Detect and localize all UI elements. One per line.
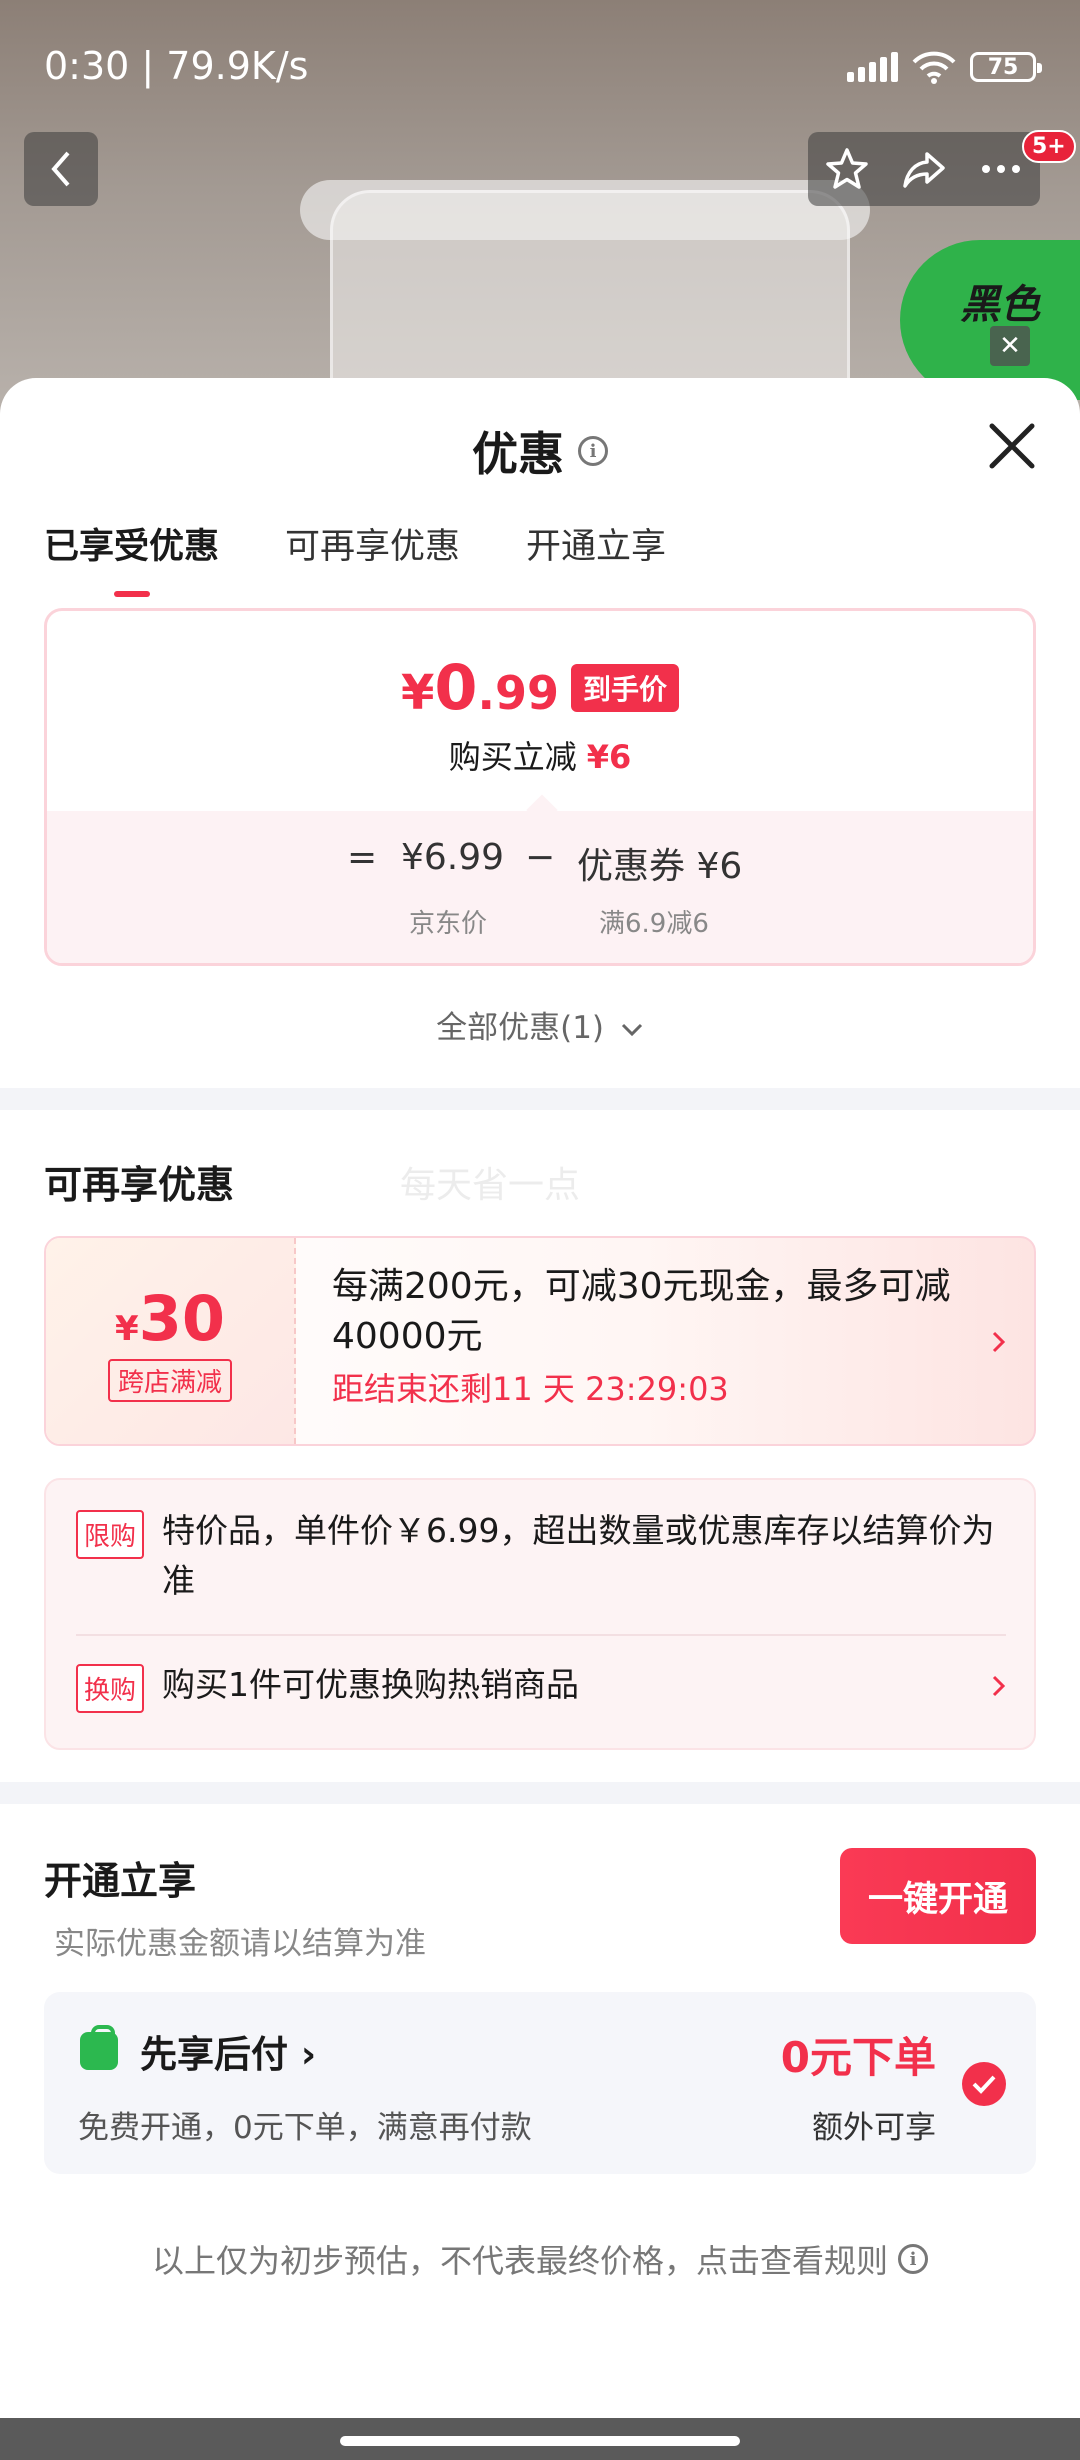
pay-later-extra: 额外可享 [812,2110,936,2146]
rule-tag: 换购 [76,1664,145,1713]
floating-ad-close-icon[interactable]: ✕ [990,326,1030,366]
pay-later-description: 免费开通，0元下单，满意再付款 [78,2110,532,2146]
base-price: ¥6.99 [401,837,505,878]
price-breakdown: = ¥6.99 − 优惠券 ¥6 京东价 满6.9减6 [47,811,1033,963]
all-discounts-toggle[interactable]: 全部优惠(1) [0,1002,1080,1047]
price-card: ¥0.99 到手价 购买立减 ¥6 = ¥6.99 − 优惠券 ¥6 京东价 满6… [44,608,1036,966]
shopping-bag-icon [80,2025,118,2070]
rule-tag: 限购 [76,1510,145,1559]
tab-more-available[interactable]: 可再享优惠 [285,518,460,569]
chevron-left-icon [51,151,70,187]
section-title-open: 开通立享 [44,1859,197,1903]
divider [76,1634,1006,1636]
section-divider [0,1088,1080,1110]
promo-banner-text: 黑色 [960,282,1040,328]
status-icons: 75 [847,50,1042,84]
tab-enjoyed[interactable]: 已享受优惠 [44,518,219,597]
chevron-right-icon [992,1675,1006,1697]
checkmark-icon[interactable] [962,2062,1006,2106]
one-click-open-button[interactable]: 一键开通 [840,1848,1036,1944]
wifi-icon [912,51,956,84]
coupon-value: ¥30 [115,1282,225,1355]
sheet-header: 优惠 i [0,418,1080,484]
equals-sign: = [347,837,378,878]
battery-icon: 75 [970,52,1042,82]
rule-text: 购买1件可优惠换购热销商品 [162,1665,580,1704]
close-icon[interactable] [984,418,1040,474]
final-price-tag: 到手价 [571,663,680,712]
base-price-label: 京东价 [409,909,488,939]
info-icon[interactable]: i [578,436,608,466]
section-title-more: 可再享优惠 [44,1163,235,1207]
coupon-description: 每满200元，可减30元现金，最多可减40000元 [332,1266,951,1357]
minus-sign: − [525,837,556,878]
sheet-title: 优惠 [472,427,564,481]
watermark-text: 每天省一点 [400,1165,581,1206]
signal-icon [847,52,898,82]
tab-open-now[interactable]: 开通立享 [526,518,666,569]
star-icon[interactable] [824,146,870,192]
pay-later-value: 0元下单 [780,2033,936,2082]
info-icon: i [898,2244,928,2274]
coupon-amount: 优惠券 ¥6 [577,846,743,887]
status-bar: 0:30 | 79.9K/s 75 [0,0,1080,130]
rule-text: 特价品，单件价￥6.99，超出数量或优惠库存以结算价为准 [162,1511,995,1600]
section-divider [0,1782,1080,1804]
more-icon[interactable] [978,146,1024,192]
coupon-condition: 满6.9减6 [599,909,709,939]
cross-store-coupon[interactable]: ¥30 跨店满减 每满200元，可减30元现金，最多可减40000元 距结束还剩… [44,1236,1036,1446]
share-icon[interactable] [901,146,947,192]
chevron-down-icon [621,1023,642,1037]
home-indicator[interactable] [340,2436,740,2446]
rules-footer-link[interactable]: 以上仅为初步预估，不代表最终价格，点击查看规则 i [0,2236,1080,2282]
tab-bar: 已享受优惠 可再享优惠 开通立享 [44,518,666,597]
open-section-subtitle: 实际优惠金额请以结算为准 [54,1926,426,1962]
back-button[interactable] [24,132,98,206]
top-actions [808,132,1040,206]
save-line: 购买立减 ¥6 [448,738,632,776]
rule-limit: 限购 特价品，单件价￥6.99，超出数量或优惠库存以结算价为准 [76,1506,1006,1606]
save-amount: ¥6 [586,738,632,776]
pay-later-card[interactable]: 先享后付 › 免费开通，0元下单，满意再付款 0元下单 额外可享 [44,1992,1036,2174]
final-price: ¥0.99 [400,651,560,724]
purchase-rules: 限购 特价品，单件价￥6.99，超出数量或优惠库存以结算价为准 换购 购买1件可… [44,1478,1036,1750]
chevron-right-icon [992,1331,1006,1353]
coupon-type-tag: 跨店满减 [107,1359,232,1402]
status-time: 0:30 | 79.9K/s [44,44,309,88]
rule-exchange[interactable]: 换购 购买1件可优惠换购热销商品 [76,1660,1006,1713]
message-badge: 5+ [1022,130,1076,163]
pay-later-title[interactable]: 先享后付 › [140,2024,316,2078]
coupon-countdown: 距结束还剩11 天 23:29:03 [332,1370,729,1408]
